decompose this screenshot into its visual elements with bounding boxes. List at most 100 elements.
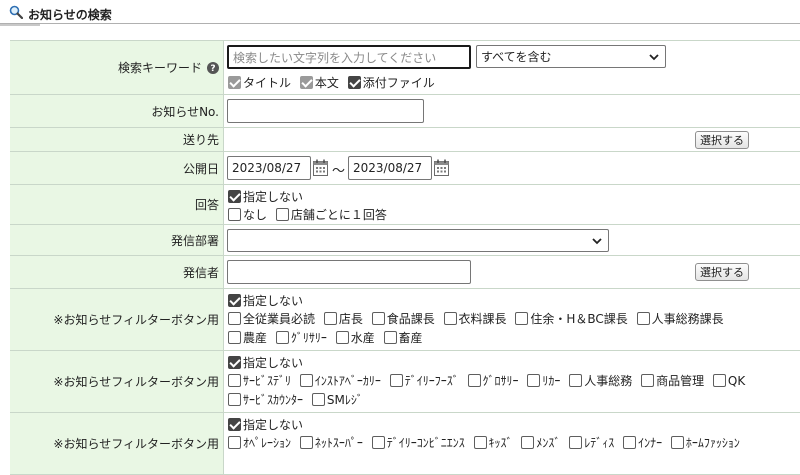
filter-checkbox[interactable] — [299, 436, 313, 449]
filter-option[interactable]: ﾎｰﾑﾌｧｯｼｮﾝ — [670, 434, 740, 451]
filter-checkbox[interactable] — [623, 436, 637, 449]
filter-option[interactable]: 人事総務 — [569, 372, 632, 389]
filter-option[interactable]: 食品課長 — [371, 310, 435, 327]
filter-option[interactable]: 商品管理 — [641, 372, 704, 389]
filter-option[interactable]: ﾈｯﾄｽｰﾊﾟｰ — [299, 434, 363, 451]
filter-checkbox[interactable] — [527, 374, 541, 387]
filter-checkbox[interactable] — [636, 312, 650, 325]
filter-3-unspecified-checkbox[interactable] — [228, 418, 241, 431]
filter-checkbox[interactable] — [275, 331, 289, 344]
publish-date-to-input[interactable]: 2023/08/27 — [348, 156, 432, 180]
filter-option[interactable]: ﾘｶｰ — [527, 372, 560, 389]
department-select[interactable] — [227, 229, 609, 252]
department-label: 発信部署 — [170, 233, 219, 248]
filter-1-label: ※お知らせフィルターボタン用 — [53, 313, 219, 327]
recipients-select-button[interactable]: 選択する — [695, 131, 749, 149]
filter-option[interactable]: 住余・H＆BC課長 — [515, 310, 628, 327]
target-body-checkbox[interactable] — [299, 76, 313, 89]
notice-no-input[interactable] — [227, 99, 424, 123]
filter-option[interactable]: ｵﾍﾟﾚｰｼｮﾝ — [228, 434, 291, 451]
calendar-icon[interactable] — [434, 159, 449, 176]
filter-option[interactable]: 畜産 — [383, 329, 423, 346]
filter-option[interactable]: ｸﾞﾘｻﾘｰ — [275, 329, 327, 346]
filter-option-label: ﾈｯﾄｽｰﾊﾟｰ — [314, 436, 363, 450]
filter-option-label: 商品管理 — [656, 374, 705, 388]
filter-option[interactable]: 人事総務課長 — [636, 310, 724, 327]
target-attachment-option[interactable]: 添付ファイル — [347, 74, 435, 91]
keyword-input[interactable]: 検索したい文字列を入力してください — [227, 45, 471, 69]
target-attachment-checkbox[interactable] — [347, 76, 361, 89]
filter-option[interactable]: 店長 — [323, 310, 363, 327]
filter-option-label: ﾚﾃﾞｨｽ — [584, 436, 615, 450]
filter-checkbox[interactable] — [323, 312, 337, 325]
sender-input[interactable] — [227, 260, 471, 284]
filter-3-unspecified-option[interactable]: 指定しない — [228, 416, 303, 433]
filter-option[interactable]: ﾒﾝｽﾞ — [521, 434, 560, 451]
filter-checkbox[interactable] — [443, 312, 457, 325]
filter-checkbox[interactable] — [228, 312, 241, 325]
reply-unspecified-checkbox[interactable] — [228, 190, 241, 203]
filter-option[interactable]: ﾃﾞｲﾘｰﾌｰｽﾞ — [389, 372, 459, 389]
filter-checkbox[interactable] — [371, 312, 385, 325]
filter-checkbox[interactable] — [521, 436, 535, 449]
filter-option[interactable]: 農産 — [228, 329, 267, 346]
match-type-select[interactable]: すべてを含む — [476, 45, 666, 68]
target-title-option[interactable]: タイトル — [228, 74, 291, 91]
filter-option-label: ｻｰﾋﾞｽﾃﾞﾘ — [243, 374, 292, 388]
filter-checkbox[interactable] — [467, 374, 481, 387]
filter-option[interactable]: QK — [712, 374, 745, 388]
sender-button-label: 選択する — [700, 266, 744, 279]
filter-1-unspecified-checkbox[interactable] — [228, 294, 241, 307]
reply-none-checkbox[interactable] — [228, 208, 241, 221]
publish-date-from-input[interactable]: 2023/08/27 — [227, 156, 311, 180]
filter-2-unspecified-option[interactable]: 指定しない — [228, 354, 303, 371]
filter-1-unspecified-label: 指定しない — [243, 294, 304, 308]
filter-checkbox[interactable] — [569, 436, 583, 449]
search-icon — [9, 5, 23, 19]
help-icon[interactable]: ? — [207, 61, 219, 74]
filter-option[interactable]: ｸﾞﾛｻﾘｰ — [467, 372, 519, 389]
filter-checkbox[interactable] — [712, 374, 726, 387]
filter-option[interactable]: ﾃﾞｲﾘｰｺﾝﾋﾞﾆｴﾝｽ — [371, 434, 465, 451]
filter-checkbox[interactable] — [389, 374, 403, 387]
filter-option[interactable]: ｻｰﾋﾞｽｶｳﾝﾀｰ — [228, 391, 303, 408]
filter-option[interactable]: ｷｯｽﾞ — [473, 434, 513, 451]
filter-option[interactable]: 全従業員必読 — [228, 310, 315, 327]
filter-option[interactable]: ｻｰﾋﾞｽﾃﾞﾘ — [228, 372, 291, 389]
filter-option[interactable]: ﾚﾃﾞｨｽ — [569, 434, 614, 451]
filter-option-label: 人事総務課長 — [651, 312, 724, 326]
target-title-checkbox[interactable] — [228, 76, 241, 89]
reply-once-per-store-option[interactable]: 店舗ごとに１回答 — [275, 206, 387, 223]
filter-1-unspecified-option[interactable]: 指定しない — [228, 292, 303, 309]
filter-option[interactable]: ｲﾝﾅｰ — [623, 434, 662, 451]
search-target-options: タイトル 本文 添付ファイル — [228, 74, 440, 91]
filter-checkbox[interactable] — [473, 436, 487, 449]
filter-checkbox[interactable] — [335, 331, 349, 344]
filter-checkbox[interactable] — [228, 374, 241, 387]
filter-checkbox[interactable] — [515, 312, 529, 325]
filter-checkbox[interactable] — [371, 436, 385, 449]
filter-checkbox[interactable] — [228, 331, 241, 344]
sender-select-button[interactable]: 選択する — [695, 263, 749, 281]
reply-none-option[interactable]: なし — [228, 206, 267, 223]
publish-date-row: 公開日 2023/08/27 ～ 2023/08/27 — [10, 152, 800, 185]
filter-checkbox[interactable] — [641, 374, 655, 387]
filter-option[interactable]: SMﾚｼﾞ — [311, 391, 363, 408]
target-body-option[interactable]: 本文 — [299, 74, 339, 91]
filter-checkbox[interactable] — [228, 393, 241, 406]
filter-option[interactable]: 水産 — [335, 329, 375, 346]
filter-checkbox[interactable] — [569, 374, 583, 387]
filter-checkbox[interactable] — [670, 436, 684, 449]
filter-option-label: 農産 — [243, 331, 268, 345]
reply-once-per-store-checkbox[interactable] — [275, 208, 289, 221]
filter-checkbox[interactable] — [311, 393, 325, 406]
filter-option[interactable]: 衣料課長 — [443, 310, 507, 327]
calendar-icon[interactable] — [313, 159, 328, 176]
filter-checkbox[interactable] — [383, 331, 397, 344]
filter-checkbox[interactable] — [299, 374, 313, 387]
target-attachment-label: 添付ファイル — [362, 76, 435, 90]
filter-option[interactable]: ｲﾝｽﾄｱﾍﾞｰｶﾘｰ — [299, 372, 381, 389]
filter-checkbox[interactable] — [228, 436, 241, 449]
filter-2-unspecified-checkbox[interactable] — [228, 356, 241, 369]
reply-unspecified-option[interactable]: 指定しない — [228, 188, 303, 205]
